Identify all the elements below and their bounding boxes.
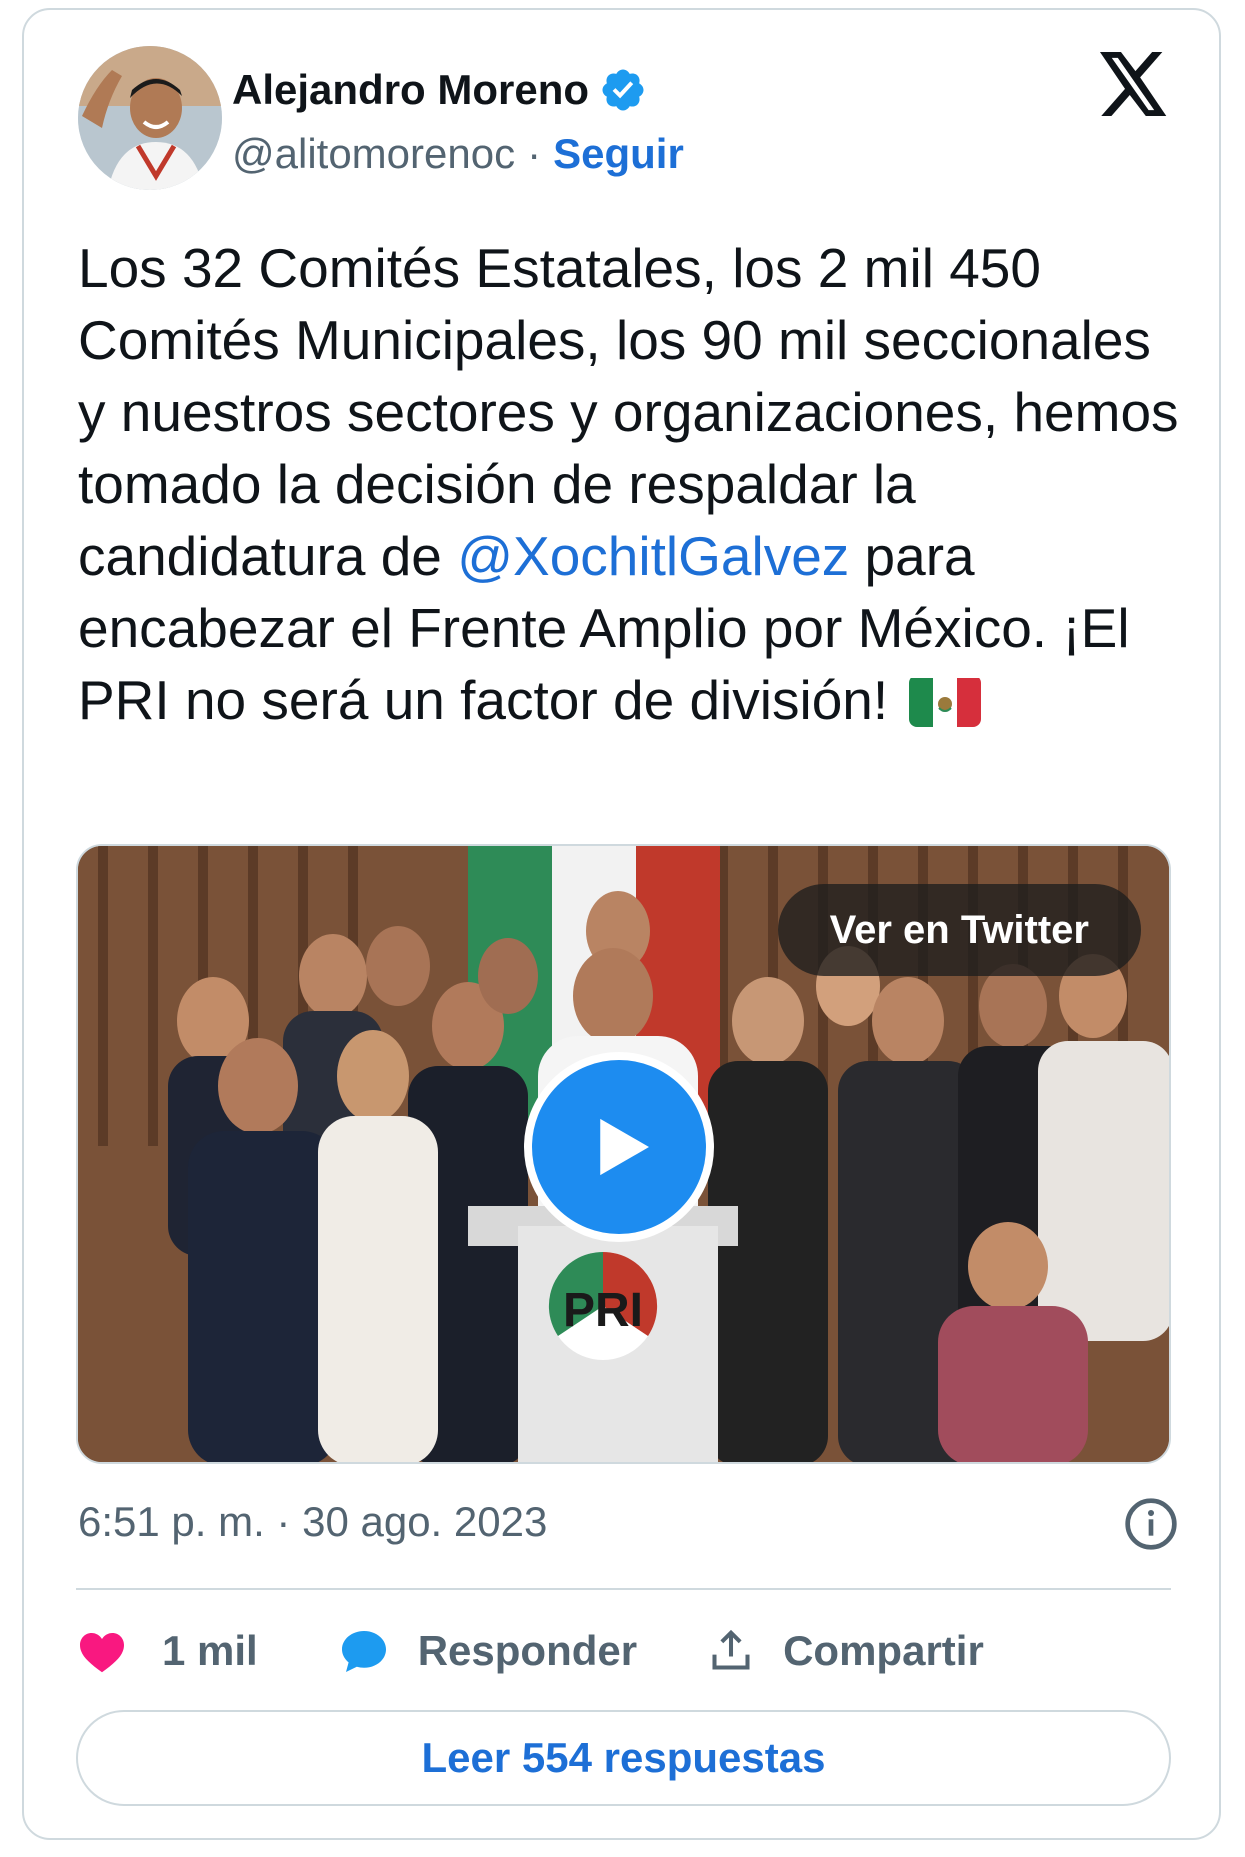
separator-dot: · (527, 130, 542, 177)
play-button[interactable] (524, 1052, 714, 1242)
display-name[interactable]: Alejandro Moreno (232, 66, 589, 114)
tweet-timestamp[interactable]: 6:51 p. m. · 30 ago. 2023 (78, 1498, 547, 1546)
reply-bubble-icon (341, 1631, 386, 1672)
podium-logo-text: PRI (563, 1284, 643, 1337)
read-replies-button[interactable]: Leer 554 respuestas (76, 1710, 1171, 1806)
verified-badge-icon (602, 69, 644, 111)
tweet-card: Alejandro Moreno @alitomorenoc · Seguir … (22, 8, 1221, 1840)
handle-row: @alitomorenoc · Seguir (232, 126, 684, 182)
video-thumbnail[interactable]: PRI Ver en Twitter (76, 844, 1171, 1464)
avatar[interactable] (78, 46, 222, 190)
like-button[interactable]: 1 mil (78, 1627, 258, 1675)
view-on-twitter-button[interactable]: Ver en Twitter (777, 884, 1141, 976)
reply-label: Responder (417, 1627, 638, 1674)
mexico-flag-emoji (909, 675, 982, 727)
display-name-row[interactable]: Alejandro Moreno (232, 62, 647, 118)
share-label: Compartir (783, 1627, 984, 1674)
heart-icon (80, 1633, 124, 1673)
play-icon (600, 1118, 649, 1176)
info-icon[interactable] (1123, 1496, 1179, 1552)
reply-button[interactable]: Responder (340, 1627, 637, 1675)
x-logo-icon[interactable] (1099, 52, 1169, 116)
follow-button[interactable]: Seguir (553, 130, 684, 178)
share-icon (712, 1629, 750, 1670)
user-handle[interactable]: @alitomorenoc (232, 130, 515, 178)
like-count: 1 mil (162, 1627, 258, 1674)
mention-link[interactable]: @XochitlGalvez (457, 525, 849, 587)
action-bar: 1 mil Responder Compartir (78, 1614, 984, 1688)
tweet-text: Los 32 Comités Estatales, los 2 mil 450 … (78, 232, 1188, 736)
divider (76, 1588, 1171, 1590)
share-button[interactable]: Compartir (709, 1627, 984, 1675)
